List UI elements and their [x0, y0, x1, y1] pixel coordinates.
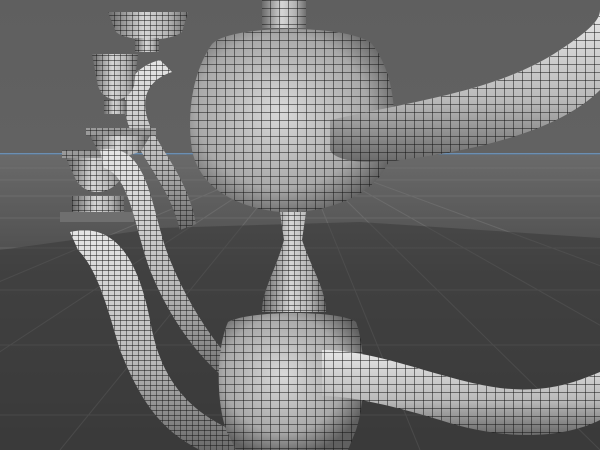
- scene-canvas[interactable]: [0, 0, 600, 450]
- top-stem: [262, 0, 306, 28]
- 3d-viewport[interactable]: [0, 0, 600, 450]
- candle-cup-top: [108, 12, 188, 52]
